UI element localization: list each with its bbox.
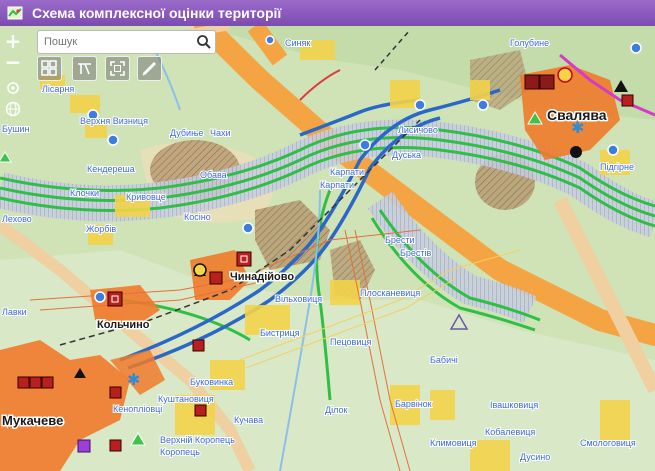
place-label: Косіно: [184, 212, 211, 222]
place-label: Пецовиця: [330, 337, 371, 347]
search-box: [37, 30, 216, 54]
place-label: Підгірне: [600, 162, 634, 172]
place-label: Плосканевиця: [360, 288, 420, 298]
place-label: Клочки: [70, 188, 99, 198]
place-label: Вільховиця: [275, 294, 322, 304]
city-label: Чинадійово: [230, 271, 294, 283]
place-label: Ділок: [325, 405, 347, 415]
measure-icon: [142, 61, 157, 76]
place-label: Коропець: [160, 447, 200, 457]
city-label: Мукачеве: [2, 413, 63, 428]
search-icon[interactable]: [195, 33, 213, 51]
place-label: Синяк: [285, 38, 310, 48]
city-label: Кольчино: [97, 319, 150, 331]
zoom-out-button[interactable]: −: [3, 52, 23, 73]
extent-button[interactable]: [105, 56, 130, 81]
map-canvas[interactable]: ✱ ✱ Лісарня Верхня Визниця Дубиње Чахи К…: [0, 26, 655, 471]
place-label: Дубиње: [170, 128, 203, 138]
place-label: Барвінок: [395, 399, 432, 409]
place-label: Кендереша: [87, 164, 135, 174]
place-label: Дуська: [392, 150, 421, 160]
snowflake-marker[interactable]: ✱: [127, 370, 140, 389]
map-logo-icon: [7, 6, 23, 20]
legend-icon: [78, 63, 91, 75]
search-input[interactable]: [44, 33, 189, 51]
place-label: Дусино: [520, 452, 550, 462]
place-label: Куштановиця: [158, 394, 214, 404]
place-label: Лісарня: [42, 84, 74, 94]
place-label: Обава: [200, 170, 227, 180]
zoom-in-button[interactable]: +: [3, 31, 23, 52]
place-label: Лехово: [2, 214, 32, 224]
place-label: Брестів: [400, 248, 432, 258]
place-label: Верхній Коропець: [160, 435, 235, 445]
place-label: Лисичово: [398, 125, 438, 135]
dark-marker[interactable]: [570, 146, 582, 158]
place-label: Бабичі: [430, 355, 458, 365]
title-bar: Схема комплексної оцінки території: [0, 0, 655, 26]
measure-button[interactable]: [137, 56, 162, 81]
page-title: Схема комплексної оцінки території: [32, 5, 282, 21]
place-label: Кобалевиця: [485, 427, 535, 437]
legend-button[interactable]: [72, 56, 97, 81]
extent-icon: [110, 61, 125, 76]
place-label: Буковинка: [190, 377, 233, 387]
place-label: Івашковиця: [490, 400, 538, 410]
globe-icon[interactable]: [5, 101, 21, 117]
place-label: Бистриця: [260, 328, 300, 338]
place-label: Бушин: [2, 124, 29, 134]
place-label: Климовиця: [430, 438, 477, 448]
place-label: Кучава: [234, 415, 263, 425]
place-label: Лавки: [2, 307, 27, 317]
place-label: Кенопліовці: [113, 404, 162, 414]
place-label: Карпати: [330, 167, 364, 177]
warning-marker[interactable]: [193, 263, 207, 277]
place-label: Кривовце: [126, 192, 166, 202]
locate-icon[interactable]: [5, 80, 21, 96]
layers-icon: [41, 60, 57, 76]
layers-button[interactable]: [37, 56, 62, 81]
place-label: Смологовиця: [580, 438, 636, 448]
purple-marker[interactable]: [77, 439, 91, 453]
place-label: Карпати: [320, 180, 354, 190]
place-label: Жорбів: [86, 224, 116, 234]
place-label: Голубине: [510, 38, 549, 48]
city-label: Свалява: [547, 107, 607, 123]
place-label: Верхня Визниця: [80, 116, 148, 126]
place-label: Чахи: [210, 128, 231, 138]
hazard-marker[interactable]: [557, 67, 573, 83]
place-label: Брести: [385, 235, 415, 245]
